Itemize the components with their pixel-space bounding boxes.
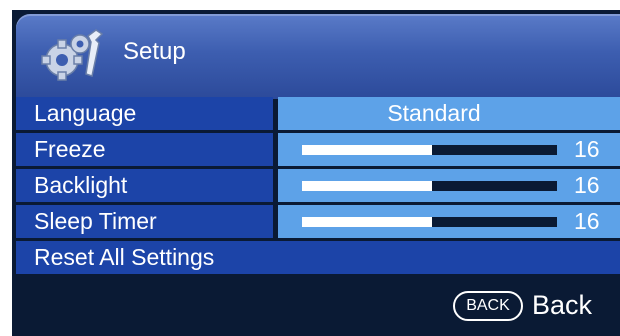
back-label: Back [532, 290, 593, 320]
back-key-badge[interactable]: BACK [453, 291, 523, 321]
menu-item-language[interactable]: Language Standard [16, 97, 620, 130]
menu-item-reset-all-settings[interactable]: Reset All Settings [16, 241, 620, 274]
gears-wrench-icon [41, 29, 104, 81]
setup-menu-screen: Setup Language Standard Freeze 16 Backli… [12, 10, 620, 336]
language-value: Standard [278, 97, 620, 130]
sleep-timer-setting: 16 [278, 205, 620, 238]
sleep-timer-value: 16 [574, 208, 600, 234]
sleep-timer-slider[interactable] [302, 217, 557, 227]
page-title: Setup [123, 38, 186, 65]
backlight-setting: 16 [278, 169, 620, 202]
footer-bar [12, 287, 620, 336]
header-bar: Setup [16, 14, 620, 99]
menu-item-label: Freeze [16, 133, 273, 166]
menu-item-label: Sleep Timer [16, 205, 273, 238]
slider-fill [302, 145, 433, 155]
slider-fill [302, 181, 433, 191]
menu-item-sleep-timer[interactable]: Sleep Timer 16 [16, 205, 620, 238]
freeze-setting: 16 [278, 133, 620, 166]
backlight-slider[interactable] [302, 181, 557, 191]
slider-fill [302, 217, 433, 227]
freeze-slider[interactable] [302, 145, 557, 155]
freeze-value: 16 [574, 136, 600, 162]
menu-item-backlight[interactable]: Backlight 16 [16, 169, 620, 202]
menu-item-label: Backlight [16, 169, 273, 202]
menu-item-label: Language [16, 97, 273, 130]
menu-item-freeze[interactable]: Freeze 16 [16, 133, 620, 166]
backlight-value: 16 [574, 172, 600, 198]
